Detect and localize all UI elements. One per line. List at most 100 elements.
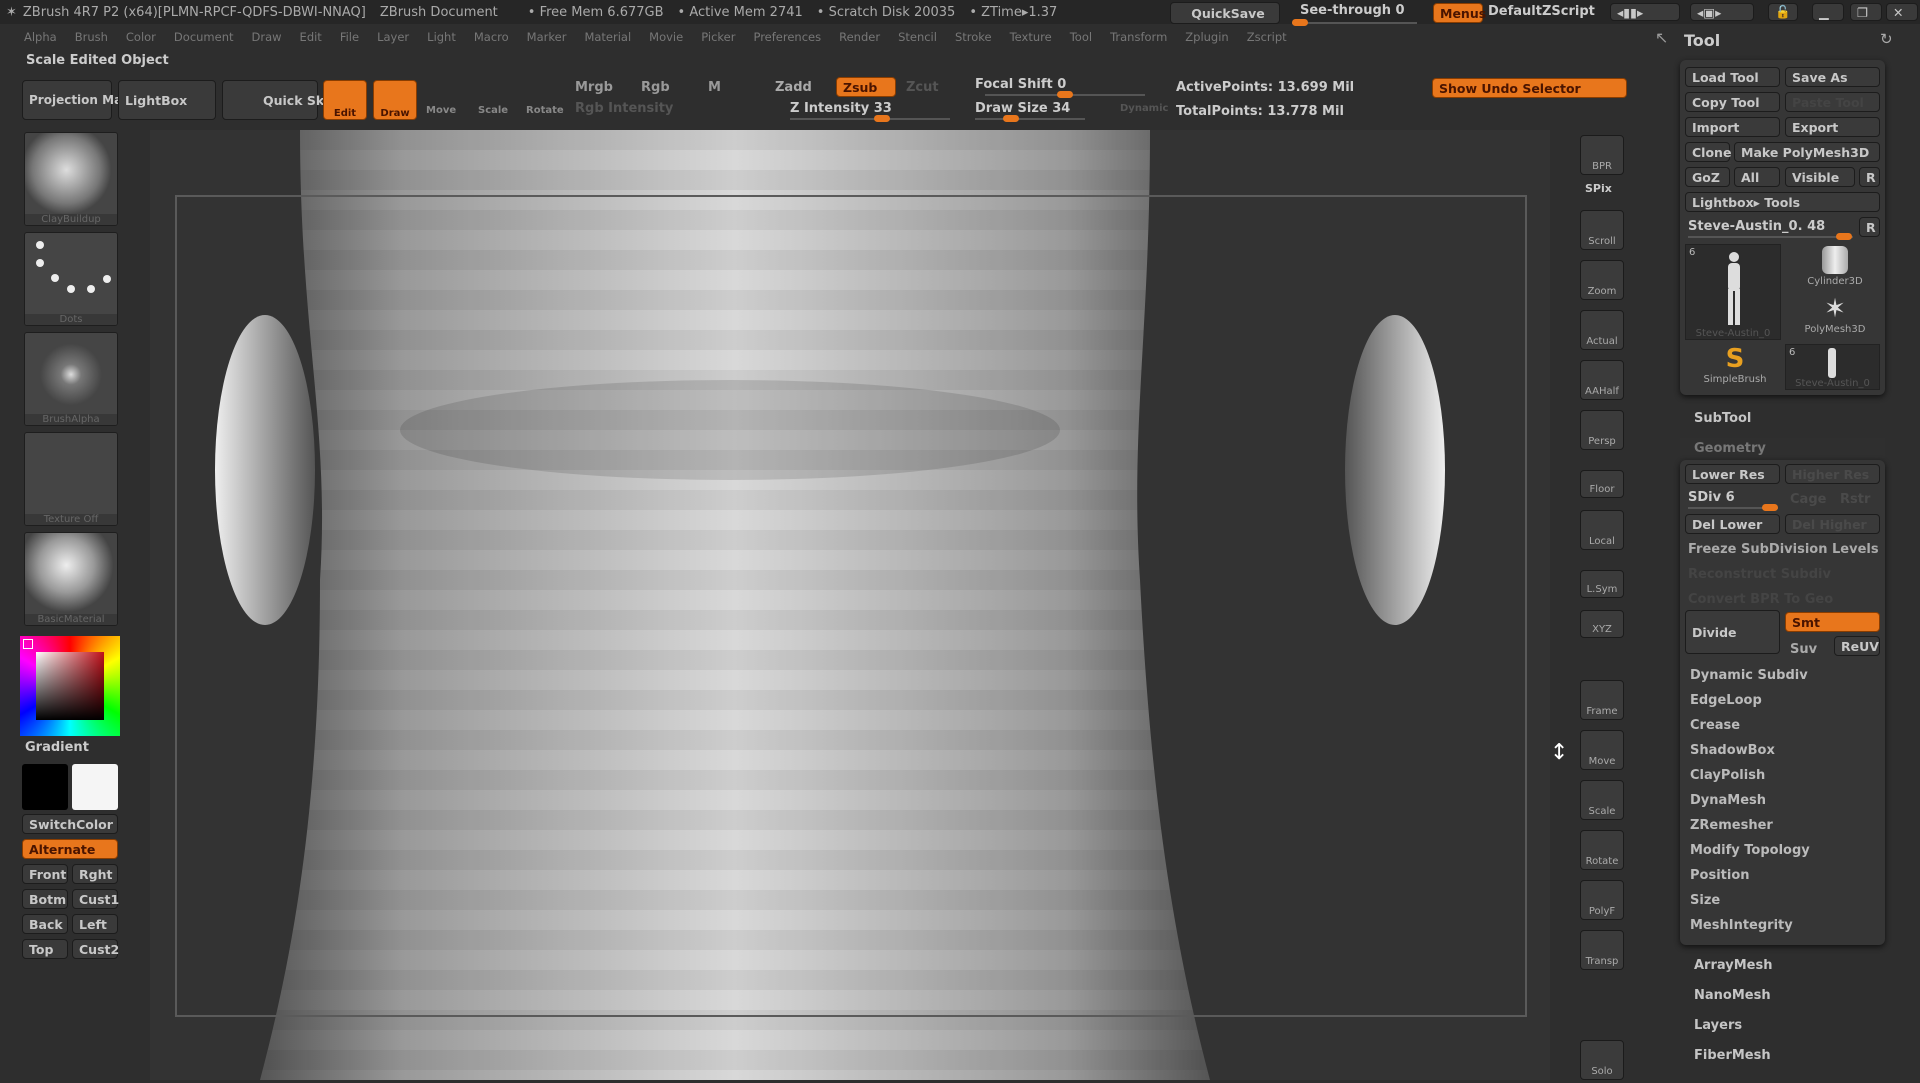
tool-thumb-steve-austin-2[interactable]: 6 Steve-Austin_0 — [1785, 344, 1880, 390]
primary-color-swatch[interactable] — [23, 639, 33, 649]
export-button[interactable]: Export — [1785, 117, 1880, 137]
edit-button[interactable]: Edit — [323, 80, 367, 120]
menu-texture[interactable]: Texture — [1010, 30, 1052, 44]
geometry-item-dynamic-subdiv[interactable]: Dynamic Subdiv — [1690, 668, 1808, 683]
divide-button[interactable]: Divide — [1685, 610, 1780, 654]
rotate-button[interactable]: Rotate — [526, 105, 564, 116]
geometry-item-edgeloop[interactable]: EdgeLoop — [1690, 693, 1762, 708]
section-arraymesh[interactable]: ArrayMesh — [1694, 958, 1772, 973]
actual-button[interactable]: Actual — [1580, 310, 1624, 350]
section-layers[interactable]: Layers — [1694, 1018, 1742, 1033]
m-button[interactable]: M — [708, 80, 721, 95]
polyf-button[interactable]: PolyF — [1580, 880, 1624, 920]
menu-tool[interactable]: Tool — [1070, 30, 1092, 44]
menu-alpha[interactable]: Alpha — [24, 30, 57, 44]
paste-tool-button[interactable]: Paste Tool — [1785, 92, 1880, 112]
goz-r-button[interactable]: R — [1859, 167, 1880, 187]
bpr-button[interactable]: BPR — [1580, 135, 1624, 175]
local-button[interactable]: Local — [1580, 510, 1624, 550]
geometry-item-meshintegrity[interactable]: MeshIntegrity — [1690, 918, 1793, 933]
alternate-button[interactable]: Alternate — [22, 839, 118, 859]
view-rght-button[interactable]: Rght — [72, 864, 118, 884]
lightbox-tools-button[interactable]: Lightbox▸ Tools — [1685, 192, 1880, 212]
restore-icon[interactable]: ❐ — [1850, 3, 1882, 21]
layout-arrows-icon[interactable]: ◂▮▮▸ — [1610, 3, 1680, 21]
menu-picker[interactable]: Picker — [701, 30, 735, 44]
draw-button[interactable]: Draw — [373, 80, 417, 120]
transp-button[interactable]: Transp — [1580, 930, 1624, 970]
tool-thumb-cylinder3d[interactable]: Cylinder3D — [1790, 244, 1880, 292]
rgb-intensity-slider[interactable]: Rgb Intensity — [575, 101, 673, 116]
texture-thumbnail[interactable]: Texture Off — [24, 432, 118, 526]
tool-thumb-polymesh3d[interactable]: ✶ PolyMesh3D — [1790, 294, 1880, 342]
aahalf-button[interactable]: AAHalf — [1580, 360, 1624, 400]
tool-thumb-simplebrush[interactable]: S SimpleBrush — [1690, 344, 1780, 392]
zoom-button[interactable]: Zoom — [1580, 260, 1624, 300]
reuv-button[interactable]: ReUV — [1834, 636, 1880, 656]
section-nanomesh[interactable]: NanoMesh — [1694, 988, 1771, 1003]
geometry-item-zremesher[interactable]: ZRemesher — [1690, 818, 1773, 833]
import-button[interactable]: Import — [1685, 117, 1780, 137]
menu-color[interactable]: Color — [126, 30, 156, 44]
view-front-button[interactable]: Front — [22, 864, 68, 884]
del-higher-button[interactable]: Del Higher — [1785, 514, 1880, 534]
menu-brush[interactable]: Brush — [75, 30, 108, 44]
geometry-section[interactable]: Geometry — [1694, 441, 1766, 456]
tool-r-button[interactable]: R — [1859, 217, 1880, 237]
main-color-swatch[interactable] — [72, 764, 118, 810]
load-tool-button[interactable]: Load Tool — [1685, 67, 1780, 87]
solo-button[interactable]: Solo — [1580, 1040, 1624, 1080]
menu-zplugin[interactable]: Zplugin — [1185, 30, 1228, 44]
view-top-button[interactable]: Top — [22, 939, 68, 959]
focal-shift-slider[interactable] — [985, 91, 1145, 98]
zsub-button[interactable]: Zsub — [836, 77, 896, 97]
menu-stroke[interactable]: Stroke — [955, 30, 992, 44]
convert-bpr-button[interactable]: Convert BPR To Geo — [1688, 592, 1833, 607]
geometry-item-position[interactable]: Position — [1690, 868, 1750, 883]
suv-toggle[interactable]: Suv — [1790, 642, 1817, 657]
menu-render[interactable]: Render — [839, 30, 880, 44]
alpha-thumbnail[interactable]: BrushAlpha — [24, 332, 118, 426]
menu-document[interactable]: Document — [174, 30, 234, 44]
secondary-color-swatch[interactable] — [22, 764, 68, 810]
copy-tool-button[interactable]: Copy Tool — [1685, 92, 1780, 112]
menu-movie[interactable]: Movie — [649, 30, 683, 44]
switch-color-button[interactable]: SwitchColor — [22, 814, 118, 834]
color-square[interactable] — [36, 652, 104, 720]
menu-file[interactable]: File — [340, 30, 359, 44]
geometry-item-modify-topology[interactable]: Modify Topology — [1690, 843, 1810, 858]
move-button[interactable]: Move — [1580, 730, 1624, 770]
sdiv-slider[interactable] — [1688, 504, 1778, 511]
geometry-item-size[interactable]: Size — [1690, 893, 1720, 908]
dynamic-button[interactable]: Dynamic — [1120, 103, 1168, 114]
persp-button[interactable]: Persp — [1580, 410, 1624, 450]
clone-button[interactable]: Clone — [1685, 142, 1731, 162]
refresh-icon[interactable]: ↻ — [1880, 30, 1893, 48]
goz-all-button[interactable]: All — [1734, 167, 1780, 187]
view-botm-button[interactable]: Botm — [22, 889, 68, 909]
scale-button[interactable]: Scale — [478, 105, 508, 116]
projection-master-button[interactable]: Projection Master — [22, 80, 149, 120]
tool-thumb-steve-austin[interactable]: 6 Steve-Austin_0 — [1685, 244, 1781, 340]
view-cust2-button[interactable]: Cust2 — [72, 939, 119, 959]
menu-marker[interactable]: Marker — [527, 30, 567, 44]
rotate-button[interactable]: Rotate — [1580, 830, 1624, 870]
show-undo-selector-button[interactable]: Show Undo Selector — [1432, 78, 1627, 98]
geometry-item-shadowbox[interactable]: ShadowBox — [1690, 743, 1775, 758]
xyz-button[interactable]: XYZ — [1580, 610, 1624, 638]
section-fibermesh[interactable]: FiberMesh — [1694, 1048, 1771, 1063]
rgb-button[interactable]: Rgb — [641, 80, 670, 95]
view-left-button[interactable]: Left — [72, 914, 118, 934]
menu-edit[interactable]: Edit — [300, 30, 322, 44]
close-icon[interactable]: ✕ — [1886, 3, 1918, 21]
spix-slider[interactable]: SPix — [1585, 182, 1612, 195]
lightbox-button[interactable]: LightBox — [118, 80, 216, 120]
cage-button[interactable]: Cage — [1790, 492, 1826, 507]
smt-toggle[interactable]: Smt — [1785, 612, 1880, 632]
geometry-item-dynamesh[interactable]: DynaMesh — [1690, 793, 1766, 808]
menu-draw[interactable]: Draw — [252, 30, 282, 44]
menus-toggle[interactable]: Menus — [1433, 3, 1486, 23]
material-thumbnail[interactable]: BasicMaterial — [24, 532, 118, 626]
quicksave-button[interactable]: QuickSave — [1170, 2, 1280, 24]
menu-light[interactable]: Light — [427, 30, 456, 44]
